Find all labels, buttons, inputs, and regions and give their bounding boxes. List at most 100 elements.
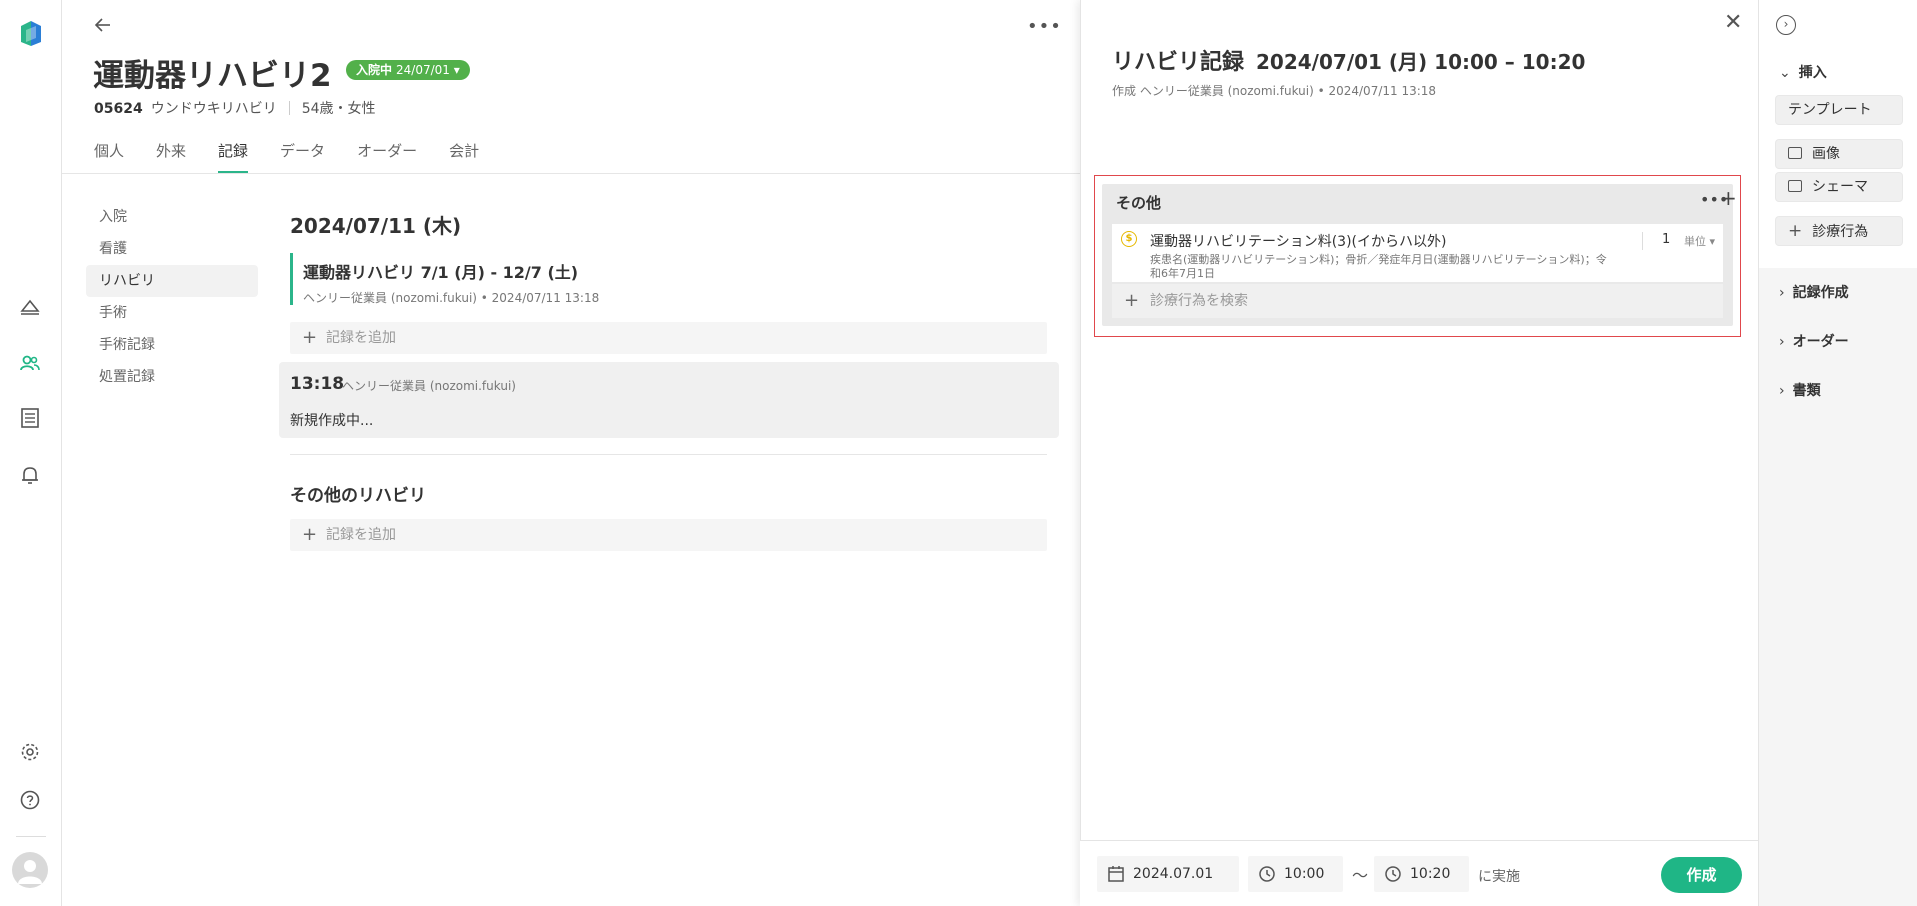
procedure-search-placeholder: 診療行為を検索 [1150,293,1248,309]
rehab-plan-author: ヘンリー従業員 (nozomi.fukui) • 2024/07/11 13:1… [303,291,600,305]
sub-nav-surgery[interactable]: 手術 [86,297,258,329]
procedure-search-input[interactable]: + 診療行為を検索 [1112,284,1723,318]
chevron-right-icon: › [1779,334,1785,350]
tab-records[interactable]: 記録 [218,140,249,173]
order-heading[interactable]: › オーダー [1779,331,1849,351]
record-sub-nav: 入院 看護 リハビリ 手術 手術記録 処置記録 [86,201,258,393]
draft-time: 13:18 [290,374,345,394]
patient-kana: ウンドウキリハビリ [150,101,277,117]
sub-nav-rehab[interactable]: リハビリ [86,265,258,297]
start-time-value: 10:00 [1284,866,1325,882]
schema-button-label: シェーマ [1812,179,1868,195]
chevron-down-icon: ▾ [1709,235,1716,248]
chevron-right-icon: › [1779,383,1785,399]
panel-author: 作成 ヘンリー従業員 (nozomi.fukui) • 2024/07/11 1… [1112,84,1437,98]
tab-outpatient[interactable]: 外来 [156,140,186,173]
collapse-panel-icon[interactable]: › [1776,15,1796,35]
reception-icon[interactable] [18,295,42,319]
add-other-record-label: 記録を追加 [326,527,396,543]
procedure-name: 運動器リハビリテーション料(3)(イからハ以外) [1150,234,1447,250]
unit-label: 単位 [1684,235,1706,248]
unit-select[interactable]: 単位 ▾ [1684,233,1715,249]
image-button[interactable]: 画像 [1775,139,1903,169]
add-record-button[interactable]: + 記録を追加 [290,322,1047,354]
rehab-plan-card[interactable]: 運動器リハビリ 7/1 (月) - 12/7 (土) ヘンリー従業員 (nozo… [290,253,1050,305]
meta-divider [288,101,290,115]
create-button[interactable]: 作成 [1661,857,1742,893]
qty-divider [1642,232,1643,250]
clock-icon [1259,866,1275,882]
insert-heading-label: 挿入 [1798,65,1827,81]
performed-suffix: に実施 [1478,869,1520,885]
procedure-detail: 疾患名(運動器リハビリテーション料)；骨折／発症年月日(運動器リハビリテーション… [1150,253,1607,280]
tab-data[interactable]: データ [280,140,325,173]
bell-icon[interactable] [18,463,42,487]
image-icon [1788,180,1802,192]
sub-nav-surgery-record[interactable]: 手術記録 [86,329,258,361]
panel-title-label: リハビリ記録 [1112,50,1245,75]
order-label: オーダー [1792,334,1849,350]
date-field[interactable]: 2024.07.01 [1097,856,1239,892]
chevron-down-icon: ⌄ [1779,65,1791,81]
start-time-field[interactable]: 10:00 [1248,856,1343,892]
image-button-label: 画像 [1812,146,1840,162]
procedure-insert-button[interactable]: + 診療行為 [1775,216,1903,246]
documents-heading[interactable]: › 書類 [1779,380,1821,400]
plus-icon: + [302,524,318,545]
sub-nav-treatment-record[interactable]: 処置記録 [86,361,258,393]
tabs-divider [62,173,1080,174]
end-time-field[interactable]: 10:20 [1374,856,1469,892]
draft-record-card[interactable]: 13:18 ヘンリー従業員 (nozomi.fukui) 新規作成中... [279,362,1059,438]
procedure-row[interactable]: $ 運動器リハビリテーション料(3)(イからハ以外) 疾患名(運動器リハビリテー… [1112,224,1723,282]
patient-meta: 05624 ウンドウキリハビリ 54歳・女性 [94,98,376,118]
gear-icon[interactable] [18,740,42,764]
user-avatar[interactable] [12,852,48,888]
calendar-icon [1108,866,1124,882]
insert-panel [1758,0,1917,906]
add-other-record-button[interactable]: + 記録を追加 [290,519,1047,551]
rehab-plan-title: 運動器リハビリ 7/1 (月) - 12/7 (土) [303,263,579,282]
other-section-title: その他 [1116,194,1162,212]
close-icon[interactable]: ✕ [1724,10,1742,35]
schema-button[interactable]: シェーマ [1775,172,1903,202]
patients-icon[interactable] [18,351,42,375]
tab-personal[interactable]: 個人 [94,140,124,173]
procedure-qty[interactable]: 1 [1662,232,1670,247]
more-options-icon[interactable]: ••• [1027,16,1062,37]
chevron-down-icon: ▾ [453,63,460,77]
tab-billing[interactable]: 会計 [449,140,479,173]
panel-title: リハビリ記録 2024/07/01 (月) 10:00 – 10:20 [1112,44,1585,76]
sub-nav-nursing[interactable]: 看護 [86,233,258,265]
chevron-right-icon: › [1779,285,1785,301]
panel-datetime: 2024/07/01 (月) 10:00 – 10:20 [1256,50,1586,74]
section-divider [290,454,1047,455]
list-icon[interactable] [18,406,42,430]
time-range-tilde: 〜 [1352,866,1369,885]
add-record-label: 記録を追加 [326,330,396,346]
image-icon [1788,147,1802,159]
template-button[interactable]: テンプレート [1775,95,1903,125]
insert-heading[interactable]: ⌄ 挿入 [1779,62,1827,82]
plus-icon: + [1788,221,1803,241]
date-value: 2024.07.01 [1133,866,1214,882]
admission-status-badge[interactable]: 入院中 24/07/01 ▾ [346,60,470,80]
documents-label: 書類 [1792,383,1821,399]
patient-name: 運動器リハビリ2 [93,58,332,94]
status-date: 24/07/01 [396,63,450,77]
draft-status: 新規作成中... [290,413,374,429]
tab-orders[interactable]: オーダー [357,140,417,173]
billing-coin-icon: $ [1121,231,1137,247]
help-icon[interactable] [18,788,42,812]
sub-nav-admission[interactable]: 入院 [86,201,258,233]
section-add-icon[interactable]: + [1720,186,1737,210]
record-create-label: 記録作成 [1792,285,1849,301]
back-arrow-icon[interactable] [92,14,114,36]
record-create-heading[interactable]: › 記録作成 [1779,282,1849,302]
app-logo-icon[interactable] [19,18,43,50]
other-rehab-heading: その他のリハビリ [290,486,426,506]
procedure-insert-label: 診療行為 [1812,224,1869,240]
patient-id: 05624 [94,101,143,117]
rehab-record-panel [1080,0,1758,906]
end-time-value: 10:20 [1410,866,1451,882]
left-rail [0,0,62,906]
